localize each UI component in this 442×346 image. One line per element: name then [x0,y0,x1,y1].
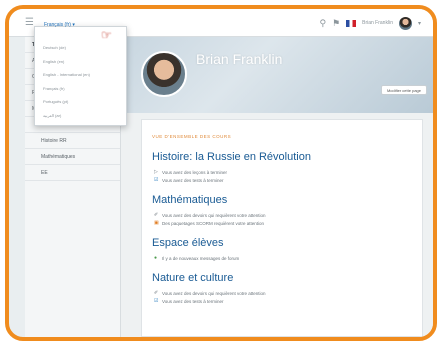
course-notice[interactable]: ▷ Vous avez des leçons à terminer [152,168,412,176]
course-block: Histoire: la Russie en Révolution ▷ Vous a… [152,151,412,184]
language-options: Deutsch (de) English (en) English - Intern… [35,27,126,122]
checkbox-icon: ☑ [154,176,159,183]
course-notice[interactable]: ☑ Vous avez des tests à terminer [152,297,412,305]
course-notice-text: Vous avez des devoirs qui requièrent vot… [162,290,266,296]
profile-avatar [141,51,187,97]
checkbox-icon: ☑ [154,297,159,304]
language-selector[interactable]: Français (fr) ▾ [44,19,75,31]
language-option[interactable]: English - International (en) [35,68,126,82]
profile-header: Brian Franklin Modifier cette page [121,37,433,113]
course-notice[interactable]: ✐ Vous avez des devoirs qui requièrent vo… [152,289,412,297]
assignment-icon: ✐ [154,289,159,296]
course-notice[interactable]: ▣ Des paquetages SCORM requièrent votre a… [152,219,412,227]
user-menu-caret-icon[interactable]: ▾ [418,20,421,27]
course-title-link[interactable]: Mathématiques [152,194,412,206]
course-notice[interactable]: ● Il y a de nouveaux messages de forum [152,254,412,262]
course-block: Mathématiques ✐ Vous avez des devoirs qui … [152,194,412,227]
language-option[interactable]: English (en) [35,55,126,69]
play-icon: ▷ [154,168,158,175]
language-option[interactable]: العربية (ar) [35,109,126,123]
drawer-item[interactable]: Histoire RR [25,133,120,149]
drawer-item[interactable]: EE [25,165,120,181]
chevron-down-icon: ▾ [72,22,75,28]
navbar-right: ⚲ ⚑ Brian Franklin ▾ [319,15,421,31]
drawer-item[interactable]: Mathématiques [25,149,120,165]
section-label: VUE D'ENSEMBLE DES COURS [152,134,232,139]
bell-icon[interactable]: ⚑ [332,15,340,31]
language-option[interactable]: Português (pt) [35,95,126,109]
course-notice-text: Il y a de nouveaux messages de forum [162,255,240,261]
course-overview-card: VUE D'ENSEMBLE DES COURS Histoire: la Ru… [141,119,423,337]
course-notice-text: Vous avez des tests à terminer [162,177,224,183]
course-title-link[interactable]: Nature et culture [152,272,412,284]
language-dropdown: Deutsch (de) English (en) English - Intern… [34,26,127,126]
language-current[interactable]: Français (fr) [44,22,71,28]
course-notice-text: Vous avez des leçons à terminer [162,169,228,175]
assignment-icon: ✐ [154,211,159,218]
course-title-link[interactable]: Espace élèves [152,237,412,249]
language-option[interactable]: Français (fr) [35,82,126,96]
course-block: Espace élèves ● Il y a de nouveaux message… [152,237,412,262]
scorm-icon: ▣ [154,219,159,226]
course-list: Histoire: la Russie en Révolution ▷ Vous a… [152,151,412,305]
pointer-hand-icon: ☞ [101,28,112,42]
course-notice[interactable]: ☑ Vous avez des tests à terminer [152,176,412,184]
screenshot-frame: ☰ ⚲ ⚑ Brian Franklin ▾ Tableau de bordAc… [5,5,437,341]
main-region: Brian Franklin Modifier cette page VUE D… [121,37,433,337]
profile-name: Brian Franklin [196,51,283,67]
forum-icon: ● [154,254,158,261]
course-notice[interactable]: ✐ Vous avez des devoirs qui requièrent vo… [152,211,412,219]
course-notice-text: Vous avez des devoirs qui requièrent vot… [162,212,266,218]
user-avatar[interactable] [398,16,412,30]
language-option[interactable]: Deutsch (de) [35,41,126,55]
edit-page-button[interactable]: Modifier cette page [380,85,427,95]
search-icon[interactable]: ⚲ [319,15,326,31]
course-notice-text: Des paquetages SCORM requièrent votre at… [162,220,265,226]
course-notice-text: Vous avez des tests à terminer [162,298,224,304]
user-name[interactable]: Brian Franklin [362,20,393,26]
course-title-link[interactable]: Histoire: la Russie en Révolution [152,151,412,163]
course-block: Nature et culture ✐ Vous avez des devoirs … [152,272,412,305]
french-flag-icon[interactable] [346,19,357,27]
